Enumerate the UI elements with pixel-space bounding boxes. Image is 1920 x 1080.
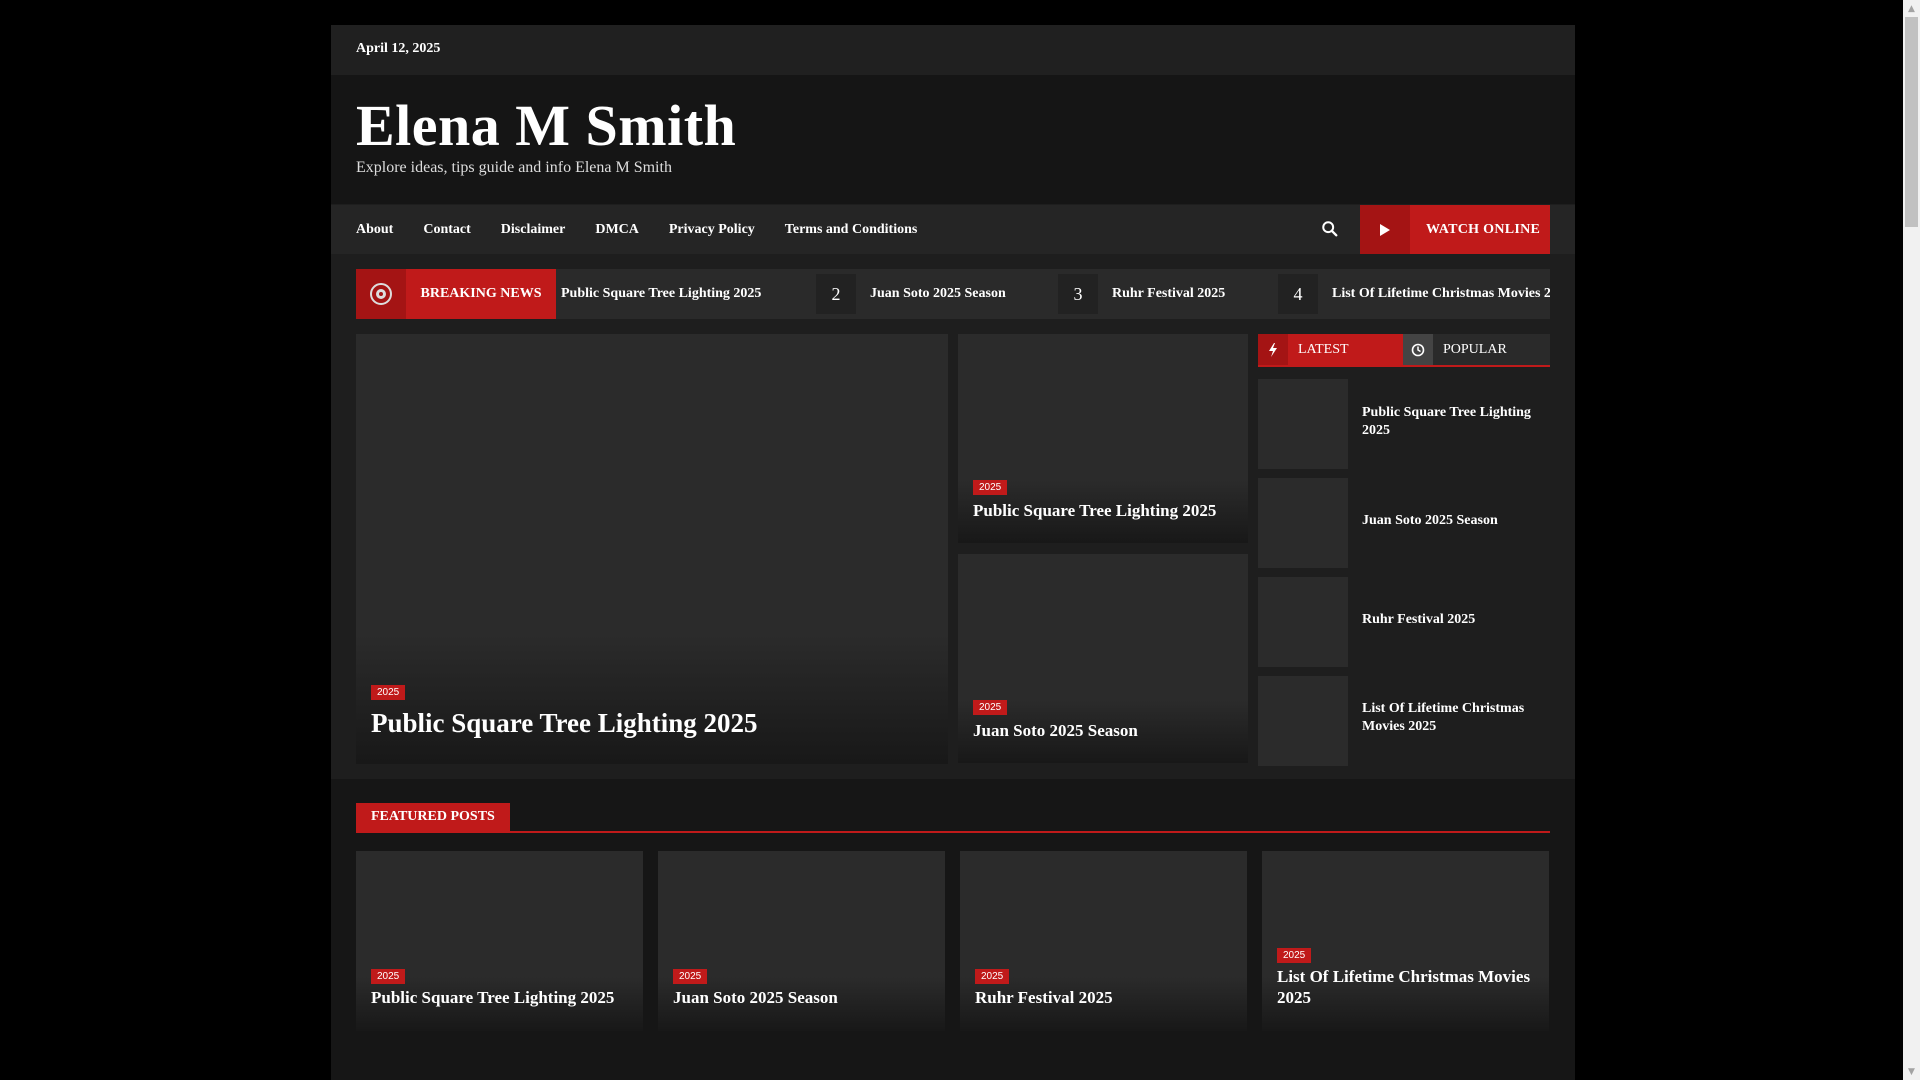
post-title[interactable]: List Of Lifetime Christmas Movies 2025 <box>1362 700 1542 736</box>
post-card[interactable]: 2025 Ruhr Festival 2025 <box>960 851 1247 1031</box>
post-thumbnail[interactable] <box>1258 676 1348 766</box>
breaking-news-label: BREAKING NEWS <box>406 269 556 319</box>
watch-online-button[interactable]: WATCH ONLINE <box>1360 205 1550 254</box>
post-title[interactable]: Public Square Tree Lighting 2025 <box>1362 404 1542 440</box>
post-thumbnail[interactable] <box>1258 577 1348 667</box>
play-icon <box>1360 205 1410 254</box>
featured-posts-section: FEATURED POSTS 2025 Public Square Tree L… <box>331 779 1575 1080</box>
post-thumbnail[interactable] <box>1258 379 1348 469</box>
category-badge[interactable]: 2025 <box>371 685 406 700</box>
search-icon[interactable] <box>1321 220 1339 238</box>
post-title[interactable]: Juan Soto 2025 Season <box>673 987 933 1008</box>
tab-latest-label: LATEST <box>1298 341 1349 357</box>
post-title[interactable]: List Of Lifetime Christmas Movies 2025 <box>1277 966 1537 1008</box>
scroll-down-arrow-icon[interactable]: ▼ <box>1903 1063 1920 1080</box>
nav-item-dmca[interactable]: DMCA <box>595 222 639 238</box>
post-card[interactable]: 2025 Juan Soto 2025 Season <box>958 554 1248 763</box>
lightning-icon <box>1258 334 1288 365</box>
ticker-item-number: 3 <box>1058 274 1098 314</box>
category-badge[interactable]: 2025 <box>1277 948 1312 963</box>
ticker-item-number: 4 <box>1278 274 1318 314</box>
breaking-news-icon <box>356 269 406 319</box>
sidebar-tabs: LATEST POPULAR <box>1258 334 1550 367</box>
ticker-item-title: Public Square Tree Lighting 2025 <box>561 286 762 301</box>
post-title[interactable]: Ruhr Festival 2025 <box>975 987 1235 1008</box>
nav-item-about[interactable]: About <box>356 222 393 238</box>
post-title[interactable]: Public Square Tree Lighting 2025 <box>973 501 1216 521</box>
ticker-item[interactable]: 4 List Of Lifetime Christmas Movies 2025 <box>1278 269 1550 319</box>
page-container: April 12, 2025 Elena M Smith Explore ide… <box>331 25 1575 1080</box>
ticker-item-title: Ruhr Festival 2025 <box>1112 286 1226 301</box>
category-badge[interactable]: 2025 <box>371 969 406 984</box>
list-item[interactable]: List Of Lifetime Christmas Movies 2025 <box>1258 676 1550 766</box>
category-badge[interactable]: 2025 <box>973 700 1008 715</box>
tab-popular-label: POPULAR <box>1443 341 1507 357</box>
ticker-item-number: 2 <box>816 274 856 314</box>
watch-online-label: WATCH ONLINE <box>1426 221 1541 237</box>
scrollbar-thumb[interactable] <box>1905 17 1918 227</box>
post-title[interactable]: Public Square Tree Lighting 2025 <box>371 708 758 739</box>
category-badge[interactable]: 2025 <box>673 969 708 984</box>
list-item[interactable]: Juan Soto 2025 Season <box>1258 478 1550 568</box>
scroll-up-arrow-icon[interactable]: ▲ <box>1903 0 1920 17</box>
section-heading: FEATURED POSTS <box>356 803 1550 833</box>
tab-latest[interactable]: LATEST <box>1258 334 1403 365</box>
site-header: Elena M Smith Explore ideas, tips guide … <box>331 75 1575 204</box>
post-card[interactable]: 2025 Public Square Tree Lighting 2025 <box>356 851 643 1031</box>
list-item[interactable]: Public Square Tree Lighting 2025 <box>1258 379 1550 469</box>
site-tagline: Explore ideas, tips guide and info Elena… <box>356 159 672 176</box>
top-bar: April 12, 2025 <box>331 25 1575 75</box>
current-date: April 12, 2025 <box>356 41 441 56</box>
page-scrollbar[interactable]: ▲ ▼ <box>1903 0 1920 1080</box>
ticker-item[interactable]: Public Square Tree Lighting 2025 <box>561 269 761 319</box>
post-card[interactable]: 2025 Public Square Tree Lighting 2025 <box>958 334 1248 543</box>
nav-item-contact[interactable]: Contact <box>423 222 470 238</box>
post-title[interactable]: Juan Soto 2025 Season <box>973 721 1138 741</box>
clock-icon <box>1403 334 1433 365</box>
post-thumbnail[interactable] <box>1258 478 1348 568</box>
tab-popular[interactable]: POPULAR <box>1403 334 1550 365</box>
ticker-item[interactable]: 3 Ruhr Festival 2025 <box>1058 269 1225 319</box>
nav-item-terms[interactable]: Terms and Conditions <box>785 222 918 238</box>
category-badge[interactable]: 2025 <box>973 480 1008 495</box>
post-card[interactable]: 2025 Juan Soto 2025 Season <box>658 851 945 1031</box>
category-badge[interactable]: 2025 <box>975 969 1010 984</box>
nav-item-privacy-policy[interactable]: Privacy Policy <box>669 222 755 238</box>
post-card[interactable]: 2025 List Of Lifetime Christmas Movies 2… <box>1262 851 1549 1031</box>
ticker-item[interactable]: 2 Juan Soto 2025 Season <box>816 269 1006 319</box>
list-item[interactable]: Ruhr Festival 2025 <box>1258 577 1550 667</box>
post-title[interactable]: Ruhr Festival 2025 <box>1362 611 1542 629</box>
ticker-item-title: List Of Lifetime Christmas Movies 2025 <box>1332 286 1550 301</box>
post-title[interactable]: Juan Soto 2025 Season <box>1362 512 1542 530</box>
featured-main-post[interactable]: 2025 Public Square Tree Lighting 2025 <box>356 334 948 764</box>
breaking-news-ticker: Public Square Tree Lighting 2025 2 Juan … <box>356 269 1550 319</box>
featured-posts-title: FEATURED POSTS <box>356 803 510 831</box>
main-nav: About Contact Disclaimer DMCA Privacy Po… <box>331 205 1575 254</box>
nav-item-disclaimer[interactable]: Disclaimer <box>501 222 566 238</box>
sidebar-widget: LATEST POPULAR Public Square Tree Lighti… <box>1258 334 1550 766</box>
ticker-item-title: Juan Soto 2025 Season <box>870 286 1006 301</box>
site-title[interactable]: Elena M Smith <box>356 97 736 155</box>
post-title[interactable]: Public Square Tree Lighting 2025 <box>371 987 631 1008</box>
